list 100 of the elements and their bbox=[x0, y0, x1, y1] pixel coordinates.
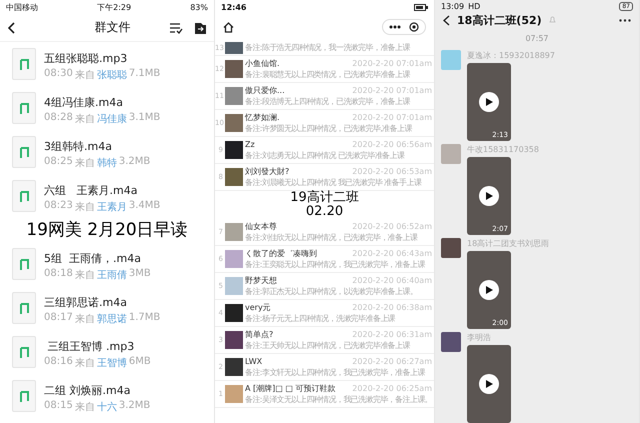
entry-note: 备注:刘佳欣无以上四种情况，已洗漱完毕，准备上课 bbox=[245, 232, 419, 243]
home-icon[interactable] bbox=[223, 22, 234, 32]
file-name: 3组韩特.m4a bbox=[44, 140, 112, 152]
video-thumbnail[interactable] bbox=[467, 345, 511, 423]
play-icon[interactable] bbox=[479, 374, 499, 394]
message-time: 07:57 bbox=[525, 34, 549, 43]
file-row[interactable]: 六组 王素月.m4a 08:23 来自 王素月 3.4MB bbox=[0, 174, 214, 218]
back-icon[interactable] bbox=[8, 22, 16, 34]
user-name: A [潮牌]□ □ 可预订鞋款 bbox=[245, 383, 336, 394]
avatar-placeholder bbox=[225, 304, 243, 322]
avatar-placeholder bbox=[225, 42, 243, 54]
file-size: 3.4MB bbox=[128, 200, 160, 212]
entry-note: 备注:李文轩无以上四种情况，我已洗漱完毕，准备上课 bbox=[245, 367, 426, 378]
avatar-placeholder bbox=[225, 141, 243, 159]
file-row[interactable]: 三组郭思诺.m4a 08:17 来自 郭思诺 1.7MB bbox=[0, 286, 214, 330]
play-icon[interactable] bbox=[479, 92, 499, 112]
battery-icon bbox=[414, 4, 428, 10]
user-name: Zz bbox=[245, 139, 255, 150]
file-time: 08:25 bbox=[44, 156, 73, 168]
file-time: 08:16 bbox=[44, 356, 73, 368]
battery-percent: 83% bbox=[190, 2, 208, 12]
entry-note: 备注:刘晨曦无以上四种情况 我已洗漱完毕 准备手上课 bbox=[245, 177, 423, 188]
file-row[interactable]: 二组 刘焕丽.m4a 08:15 来自 十六 3.2MB bbox=[0, 374, 214, 418]
avatar-placeholder bbox=[225, 223, 243, 241]
entry-time: 2020-2-20 06:56am bbox=[352, 139, 432, 150]
overlay-caption: 19网美 2月20日早读 bbox=[25, 219, 189, 242]
file-name: 二组 刘焕丽.m4a bbox=[44, 384, 130, 396]
more-icon[interactable] bbox=[619, 18, 631, 22]
from-label: 来自 bbox=[74, 112, 95, 126]
file-size: 6MB bbox=[128, 356, 151, 368]
entry-note: 备注:段浩博无上四种情况，已洗漱完毕，准备上课 bbox=[245, 96, 412, 107]
bell-icon bbox=[548, 16, 556, 24]
entry-time: 2020-2-20 06:27am bbox=[352, 356, 432, 367]
entry-time: 2020-2-20 06:53am bbox=[352, 166, 432, 177]
file-name: 4组冯佳康.m4a bbox=[44, 96, 123, 108]
file-name: 五组张聪聪.mp3 bbox=[44, 52, 128, 64]
file-row[interactable]: 3组韩特.m4a 08:25 来自 韩特 3.2MB bbox=[0, 130, 214, 174]
avatar-placeholder bbox=[225, 87, 243, 105]
overlay-date: 02.20 bbox=[306, 205, 344, 219]
user-name: 忆梦如澜. bbox=[245, 112, 280, 123]
avatar-placeholder bbox=[225, 358, 243, 376]
user-name: く散了的爱゛凑嗨到 bbox=[245, 248, 317, 259]
user-name: 仙女本尊 bbox=[245, 221, 277, 232]
carrier-name: 中国移动 bbox=[6, 2, 38, 12]
file-name: 5组 王雨倩，.m4a bbox=[44, 252, 141, 264]
file-row[interactable]: 5组 王雨倩，.m4a 08:18 来自 王雨倩 3MB bbox=[0, 242, 214, 286]
entry-time: 2020-2-20 07:01am bbox=[352, 58, 432, 69]
entry-note: 备注:刘志勇无以上四种情况 已洗漱完毕准备上课 bbox=[245, 150, 406, 161]
sender-name: 李明浩 bbox=[467, 332, 492, 343]
file-size: 3.2MB bbox=[118, 156, 150, 168]
entry-note: 备注:裴聪慧无以上四类情况，已洗漱完毕准备上课 bbox=[245, 69, 412, 80]
avatar-placeholder bbox=[441, 238, 461, 258]
file-row[interactable]: 4组冯佳康.m4a 08:28 来自 冯佳康 3.1MB bbox=[0, 86, 214, 130]
avatar-placeholder bbox=[441, 144, 461, 164]
avatar-placeholder bbox=[225, 331, 243, 349]
file-name: 三组郭思诺.m4a bbox=[44, 296, 127, 308]
from-label: 来自 bbox=[74, 356, 95, 370]
from-label: 来自 bbox=[74, 156, 95, 170]
from-label: 来自 bbox=[74, 200, 95, 214]
file-row[interactable]: 五组张聪聪.mp3 08:30 来自 张聪聪 7.1MB bbox=[0, 42, 214, 86]
more-icon[interactable] bbox=[389, 25, 401, 29]
chat-title: 18高计二班(52) bbox=[457, 12, 542, 28]
file-time: 08:23 bbox=[44, 200, 73, 212]
entry-note: 备注:王天帅无以上四种情况，已洗漱完毕准备上课 bbox=[245, 340, 412, 351]
avatar-placeholder bbox=[225, 60, 243, 78]
user-name: very元 bbox=[245, 302, 271, 313]
entry-time: 2020-2-20 07:01am bbox=[352, 85, 432, 96]
avatar-placeholder bbox=[225, 277, 243, 295]
entry-note: 备注:郭正杰无以上四种情况，以洗漱完毕准备上课。 bbox=[245, 286, 418, 297]
entry-time: 2020-2-20 06:43am bbox=[352, 248, 432, 259]
folder-icon[interactable] bbox=[195, 22, 206, 34]
user-name: 小鱼仙馆. bbox=[245, 58, 280, 69]
file-time: 08:30 bbox=[44, 68, 73, 80]
file-time: 08:28 bbox=[44, 112, 73, 124]
file-size: 3.2MB bbox=[118, 400, 150, 412]
mini-program-capsule[interactable] bbox=[382, 19, 426, 35]
entry-time: 2020-2-20 06:31am bbox=[352, 329, 432, 340]
file-size: 3MB bbox=[128, 268, 151, 280]
avatar-placeholder bbox=[225, 385, 243, 403]
entry-time: 2020-2-20 06:38am bbox=[352, 302, 432, 313]
play-icon[interactable] bbox=[479, 186, 499, 206]
user-name: 野梦天想 bbox=[245, 275, 277, 286]
file-name: 六组 王素月.m4a bbox=[44, 184, 138, 196]
back-icon[interactable] bbox=[443, 14, 450, 26]
from-label: 来自 bbox=[74, 312, 95, 326]
avatar-placeholder bbox=[225, 168, 243, 186]
avatar-placeholder bbox=[225, 114, 243, 132]
entry-note: 备注:陈于浩无四种情况，我一洗漱完毕，准备上课 bbox=[245, 42, 410, 53]
file-row[interactable]: 三组王智博 .mp3 08:16 来自 王智博 6MB bbox=[0, 330, 214, 374]
file-size: 7.1MB bbox=[128, 68, 160, 80]
file-time: 08:17 bbox=[44, 312, 73, 324]
sender-name: 18高计二团支书刘思雨 bbox=[467, 238, 550, 249]
network-label: HD bbox=[468, 2, 480, 11]
file-name: 三组王智博 .mp3 bbox=[46, 340, 134, 352]
from-label: 来自 bbox=[74, 400, 95, 414]
checklist-icon[interactable] bbox=[169, 22, 183, 34]
play-icon[interactable] bbox=[479, 280, 499, 300]
avatar-placeholder bbox=[441, 50, 461, 70]
entry-note: 备注:吴泽文无以上四种情况，我已洗漱完毕，备注上课。 bbox=[245, 394, 432, 405]
entry-time: 2020-2-20 07:01am bbox=[352, 112, 432, 123]
